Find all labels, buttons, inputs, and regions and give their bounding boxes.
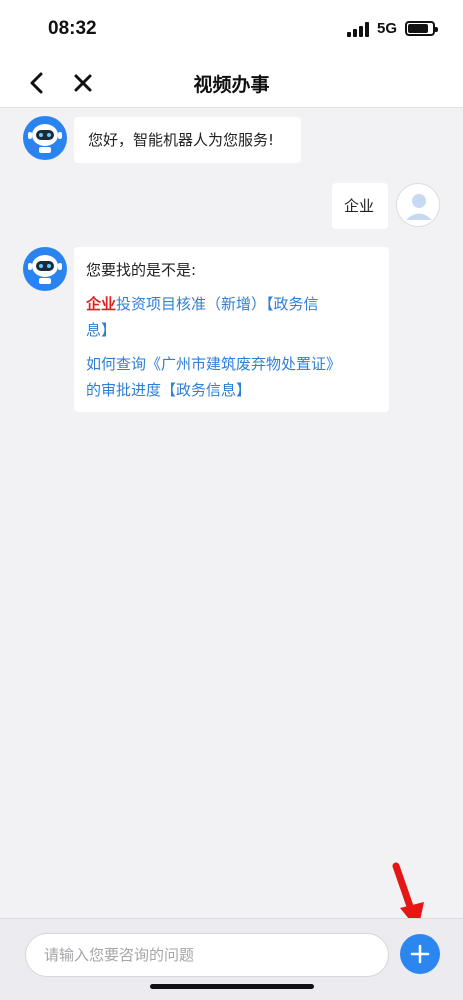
- plus-icon: [410, 944, 430, 964]
- user-avatar-icon: [396, 183, 440, 227]
- robot-avatar-icon: [23, 247, 67, 291]
- suggestion-highlight: 企业: [86, 295, 117, 313]
- status-time: 08:32: [48, 18, 97, 39]
- home-indicator: [150, 984, 314, 989]
- suggestion-link-1[interactable]: 企业投资项目核准（新增）【政务信 息】: [86, 291, 377, 343]
- plus-button[interactable]: [400, 934, 440, 974]
- bot-message-greeting: 您好，智能机器人为您服务!: [74, 117, 301, 163]
- robot-avatar-icon: [23, 116, 67, 160]
- nav-bar: 视频办事: [0, 58, 463, 108]
- suggest-intro: 您要找的是不是:: [86, 261, 197, 279]
- user-query-text: 企业: [344, 197, 375, 215]
- bot-message-suggestions: 您要找的是不是: 企业投资项目核准（新增）【政务信 息】 如何查询《广州市建筑废…: [74, 247, 389, 412]
- status-bar: 08:32 5G: [0, 0, 463, 58]
- page-title: 视频办事: [193, 74, 270, 96]
- greeting-text: 您好，智能机器人为您服务!: [88, 131, 275, 149]
- suggestion-link-2[interactable]: 如何查询《广州市建筑废弃物处置证》 的审批进度【政务信息】: [86, 351, 377, 403]
- status-indicators: 5G: [346, 20, 438, 37]
- question-input[interactable]: [25, 933, 389, 977]
- suggestion-1-text: 投资项目核准（新增）【政务信: [116, 295, 319, 313]
- suggestion-2-line-1: 如何查询《广州市建筑废弃物处置证》: [86, 355, 342, 373]
- suggestion-1-text-cont: 息】: [86, 321, 117, 339]
- battery-icon: [405, 21, 438, 36]
- signal-icon: [346, 21, 369, 37]
- suggestion-2-line-2: 的审批进度【政务信息】: [86, 381, 252, 399]
- user-message: 企业: [332, 183, 388, 229]
- network-label: 5G: [376, 20, 397, 37]
